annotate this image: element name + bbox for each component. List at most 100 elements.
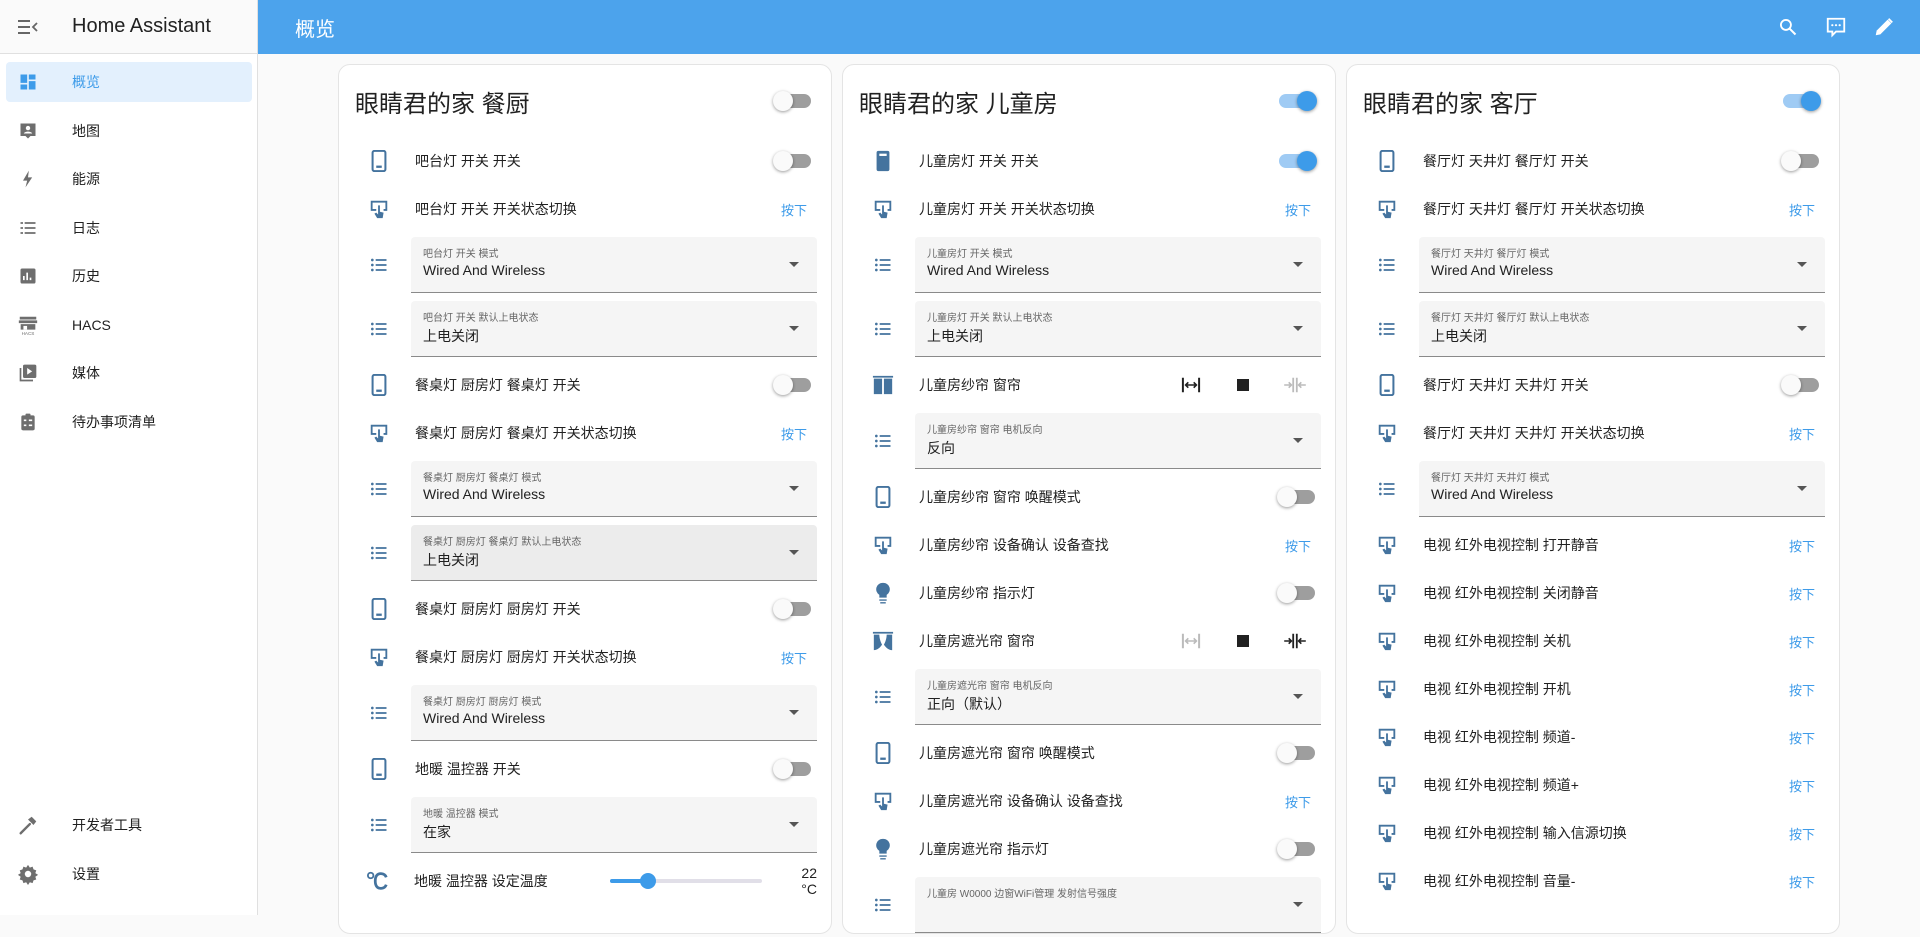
temperature-celsius-icon[interactable] — [359, 870, 398, 892]
sidebar-item-0[interactable]: 概览 — [6, 62, 252, 102]
select-dropdown[interactable]: 吧台灯 开关 模式 Wired And Wireless — [411, 237, 817, 293]
select-dropdown[interactable]: 地暖 温控器 模式 在家 — [411, 797, 817, 853]
arrow-collapse-horizontal-icon[interactable] — [1269, 632, 1321, 650]
entity-name[interactable]: 电视 红外电视控制 输入信源切换 — [1423, 823, 1789, 843]
pencil-icon[interactable] — [1860, 16, 1908, 38]
entity-name[interactable]: 餐桌灯 厨房灯 厨房灯 开关 — [415, 599, 775, 619]
sidebar-item-developer-tools[interactable]: 开发者工具 — [6, 805, 252, 845]
curtains-closed-icon[interactable] — [863, 630, 903, 652]
cellphone-icon[interactable] — [1367, 374, 1407, 396]
entity-name[interactable]: 地暖 温控器 开关 — [415, 759, 775, 779]
gesture-tap-button-icon[interactable] — [359, 646, 399, 668]
sidebar-item-5[interactable]: HACS HACS — [6, 305, 252, 345]
entity-name[interactable]: 餐桌灯 厨房灯 餐桌灯 开关状态切换 — [415, 423, 781, 443]
press-button[interactable]: 按下 — [1789, 680, 1815, 699]
select-dropdown[interactable]: 儿童房 W0000 边窗WiFi管理 发射信号强度 — [915, 877, 1321, 933]
press-button[interactable]: 按下 — [1285, 200, 1311, 219]
curtains-open-icon[interactable] — [863, 374, 903, 396]
entity-name[interactable]: 电视 红外电视控制 打开静音 — [1423, 535, 1789, 555]
entity-toggle[interactable] — [1277, 743, 1315, 763]
entity-name[interactable]: 餐桌灯 厨房灯 餐桌灯 开关 — [415, 375, 775, 395]
entity-name[interactable]: 地暖 温控器 设定温度 — [414, 871, 610, 891]
select-dropdown[interactable]: 儿童房遮光帘 窗帘 电机反向 正向（默认） — [915, 669, 1321, 725]
cellphone-icon[interactable] — [863, 742, 903, 764]
select-dropdown[interactable]: 餐桌灯 厨房灯 餐桌灯 默认上电状态 上电关闭 — [411, 525, 817, 581]
press-button[interactable]: 按下 — [1789, 824, 1815, 843]
entity-name[interactable]: 儿童房纱帘 指示灯 — [919, 583, 1279, 603]
select-dropdown[interactable]: 吧台灯 开关 默认上电状态 上电关闭 — [411, 301, 817, 357]
press-button[interactable]: 按下 — [1789, 872, 1815, 891]
press-button[interactable]: 按下 — [1789, 728, 1815, 747]
stop-icon[interactable] — [1217, 634, 1269, 648]
entity-name[interactable]: 儿童房纱帘 窗帘 — [919, 375, 1165, 395]
slider-thumb[interactable] — [639, 873, 656, 889]
sidebar-item-7[interactable]: 待办事项清单 — [6, 402, 252, 442]
select-dropdown[interactable]: 儿童房纱帘 窗帘 电机反向 反向 — [915, 413, 1321, 469]
entity-toggle[interactable] — [773, 599, 811, 619]
sidebar-item-6[interactable]: 媒体 — [6, 353, 252, 393]
entity-name[interactable]: 儿童房遮光帘 窗帘 唤醒模式 — [919, 743, 1279, 763]
entity-name[interactable]: 餐厅灯 天井灯 餐厅灯 开关 — [1423, 151, 1783, 171]
entity-name[interactable]: 电视 红外电视控制 频道+ — [1423, 775, 1789, 795]
cellphone-icon[interactable] — [863, 486, 903, 508]
entity-name[interactable]: 餐厅灯 天井灯 天井灯 开关 — [1423, 375, 1783, 395]
entity-name[interactable]: 儿童房纱帘 设备确认 设备查找 — [919, 535, 1285, 555]
cellphone-on-icon[interactable] — [863, 150, 903, 172]
menu-collapse-icon[interactable] — [0, 19, 56, 35]
entity-name[interactable]: 儿童房遮光帘 设备确认 设备查找 — [919, 791, 1285, 811]
entity-name[interactable]: 儿童房灯 开关 开关 — [919, 151, 1279, 171]
card-header-toggle[interactable] — [1279, 91, 1317, 111]
gesture-tap-button-icon[interactable] — [1367, 774, 1407, 796]
entity-toggle[interactable] — [1781, 151, 1819, 171]
card-header-toggle[interactable] — [773, 91, 811, 111]
entity-name[interactable]: 儿童房灯 开关 开关状态切换 — [919, 199, 1285, 219]
gesture-tap-button-icon[interactable] — [863, 534, 903, 556]
lightbulb-icon[interactable] — [863, 582, 903, 604]
press-button[interactable]: 按下 — [1789, 632, 1815, 651]
select-dropdown[interactable]: 餐桌灯 厨房灯 厨房灯 模式 Wired And Wireless — [411, 685, 817, 741]
press-button[interactable]: 按下 — [781, 648, 807, 667]
gesture-tap-button-icon[interactable] — [1367, 534, 1407, 556]
gesture-tap-button-icon[interactable] — [359, 198, 399, 220]
gesture-tap-button-icon[interactable] — [359, 422, 399, 444]
temperature-slider[interactable] — [609, 873, 762, 889]
sidebar-item-settings[interactable]: 设置 — [6, 854, 252, 894]
entity-name[interactable]: 儿童房遮光帘 窗帘 — [919, 631, 1165, 651]
cellphone-icon[interactable] — [359, 758, 399, 780]
gesture-tap-button-icon[interactable] — [1367, 870, 1407, 892]
entity-name[interactable]: 儿童房遮光帘 指示灯 — [919, 839, 1279, 859]
press-button[interactable]: 按下 — [781, 200, 807, 219]
select-dropdown[interactable]: 餐厅灯 天井灯 餐厅灯 模式 Wired And Wireless — [1419, 237, 1825, 293]
gesture-tap-button-icon[interactable] — [1367, 582, 1407, 604]
entity-name[interactable]: 餐厅灯 天井灯 餐厅灯 开关状态切换 — [1423, 199, 1789, 219]
lightbulb-icon[interactable] — [863, 838, 903, 860]
entity-toggle[interactable] — [1277, 487, 1315, 507]
press-button[interactable]: 按下 — [1789, 424, 1815, 443]
press-button[interactable]: 按下 — [1789, 200, 1815, 219]
gesture-tap-button-icon[interactable] — [1367, 198, 1407, 220]
sidebar-item-3[interactable]: 日志 — [6, 208, 252, 248]
arrow-collapse-horizontal-icon[interactable] — [1269, 376, 1321, 394]
entity-name[interactable]: 电视 红外电视控制 关闭静音 — [1423, 583, 1789, 603]
gesture-tap-button-icon[interactable] — [863, 790, 903, 812]
search-icon[interactable] — [1764, 17, 1812, 37]
entity-name[interactable]: 儿童房纱帘 窗帘 唤醒模式 — [919, 487, 1279, 507]
cellphone-icon[interactable] — [359, 598, 399, 620]
entity-name[interactable]: 吧台灯 开关 开关状态切换 — [415, 199, 781, 219]
press-button[interactable]: 按下 — [1789, 584, 1815, 603]
select-dropdown[interactable]: 儿童房灯 开关 默认上电状态 上电关闭 — [915, 301, 1321, 357]
press-button[interactable]: 按下 — [781, 424, 807, 443]
arrow-expand-horizontal-icon[interactable] — [1165, 632, 1217, 650]
press-button[interactable]: 按下 — [1789, 536, 1815, 555]
card-header-toggle[interactable] — [1783, 91, 1821, 111]
press-button[interactable]: 按下 — [1285, 536, 1311, 555]
entity-name[interactable]: 电视 红外电视控制 音量- — [1423, 871, 1789, 891]
select-dropdown[interactable]: 餐桌灯 厨房灯 餐桌灯 模式 Wired And Wireless — [411, 461, 817, 517]
select-dropdown[interactable]: 餐厅灯 天井灯 餐厅灯 默认上电状态 上电关闭 — [1419, 301, 1825, 357]
press-button[interactable]: 按下 — [1285, 792, 1311, 811]
select-dropdown[interactable]: 儿童房灯 开关 模式 Wired And Wireless — [915, 237, 1321, 293]
entity-name[interactable]: 电视 红外电视控制 开机 — [1423, 679, 1789, 699]
select-dropdown[interactable]: 餐厅灯 天井灯 天井灯 模式 Wired And Wireless — [1419, 461, 1825, 517]
sidebar-item-2[interactable]: 能源 — [6, 159, 252, 199]
arrow-expand-horizontal-icon[interactable] — [1165, 376, 1217, 394]
